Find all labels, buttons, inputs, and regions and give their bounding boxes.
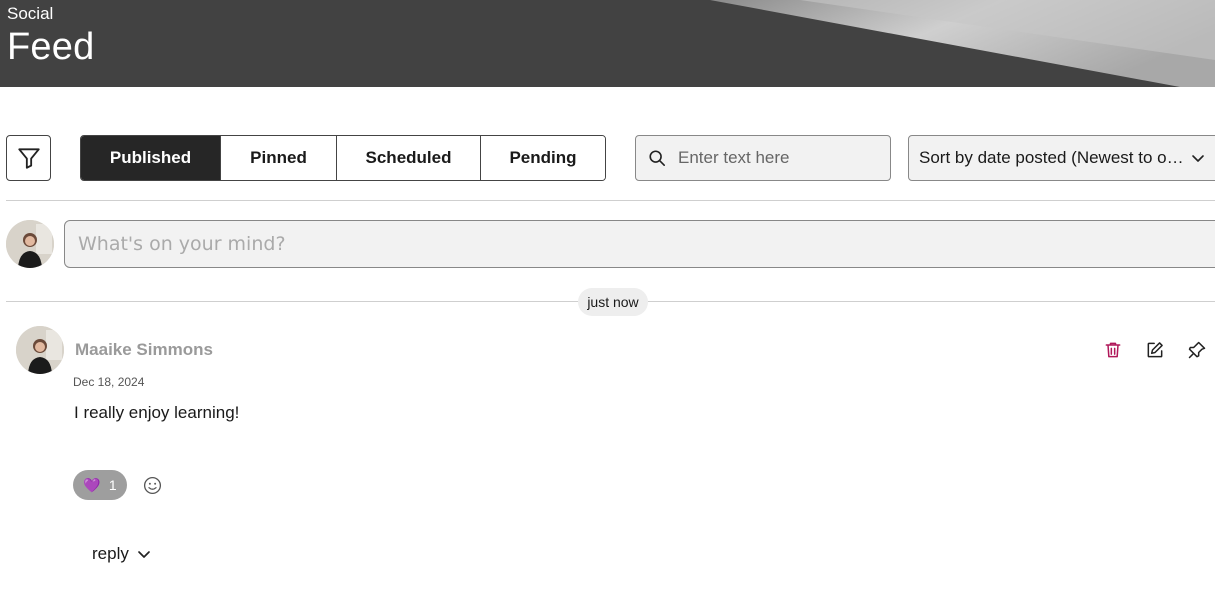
post-actions — [1102, 339, 1208, 361]
filter-icon — [17, 148, 40, 169]
feed-page: Social Feed Published Pinned Scheduled P… — [0, 0, 1215, 589]
trash-icon — [1105, 342, 1121, 358]
chevron-down-icon — [1191, 151, 1205, 165]
tab-pinned[interactable]: Pinned — [221, 136, 337, 180]
composer-input[interactable] — [78, 233, 1178, 255]
search-icon — [648, 149, 666, 167]
tab-scheduled[interactable]: Scheduled — [337, 136, 481, 180]
edit-button[interactable] — [1144, 339, 1166, 361]
reply-label: reply — [92, 544, 129, 563]
pin-icon — [1188, 341, 1206, 359]
divider — [6, 200, 1215, 201]
post-composer — [64, 220, 1215, 268]
smiley-icon — [143, 476, 162, 495]
header-decoration — [710, 0, 1215, 87]
post-date: Dec 18, 2024 — [73, 375, 145, 389]
delete-button[interactable] — [1102, 339, 1124, 361]
time-separator: just now — [578, 288, 648, 316]
avatar — [6, 220, 54, 268]
pin-button[interactable] — [1186, 339, 1208, 361]
filter-button[interactable] — [6, 135, 51, 181]
author-avatar[interactable] — [16, 326, 64, 374]
tab-pending[interactable]: Pending — [481, 136, 605, 180]
search-box — [635, 135, 891, 181]
reply-toggle[interactable]: reply — [92, 544, 151, 564]
purple-heart-icon: 💜 — [83, 476, 101, 493]
reaction-count: 1 — [108, 477, 117, 493]
sort-selected-value: Sort by date posted (Newest to oldest) — [919, 148, 1185, 167]
sort-dropdown[interactable]: Sort by date posted (Newest to oldest) — [908, 135, 1215, 181]
edit-icon — [1147, 342, 1163, 358]
chevron-down-icon — [138, 551, 150, 558]
tab-published[interactable]: Published — [81, 136, 221, 180]
author-name[interactable]: Maaike Simmons — [75, 340, 213, 360]
page-header: Social Feed — [0, 0, 1215, 87]
post-body: I really enjoy learning! — [74, 403, 240, 422]
search-input[interactable] — [678, 148, 868, 168]
reaction-badge[interactable]: 💜 1 — [73, 470, 127, 500]
add-reaction-button[interactable] — [142, 475, 163, 496]
page-title: Feed — [7, 26, 95, 68]
status-tabs: Published Pinned Scheduled Pending — [80, 135, 606, 181]
section-label: Social — [7, 4, 54, 23]
